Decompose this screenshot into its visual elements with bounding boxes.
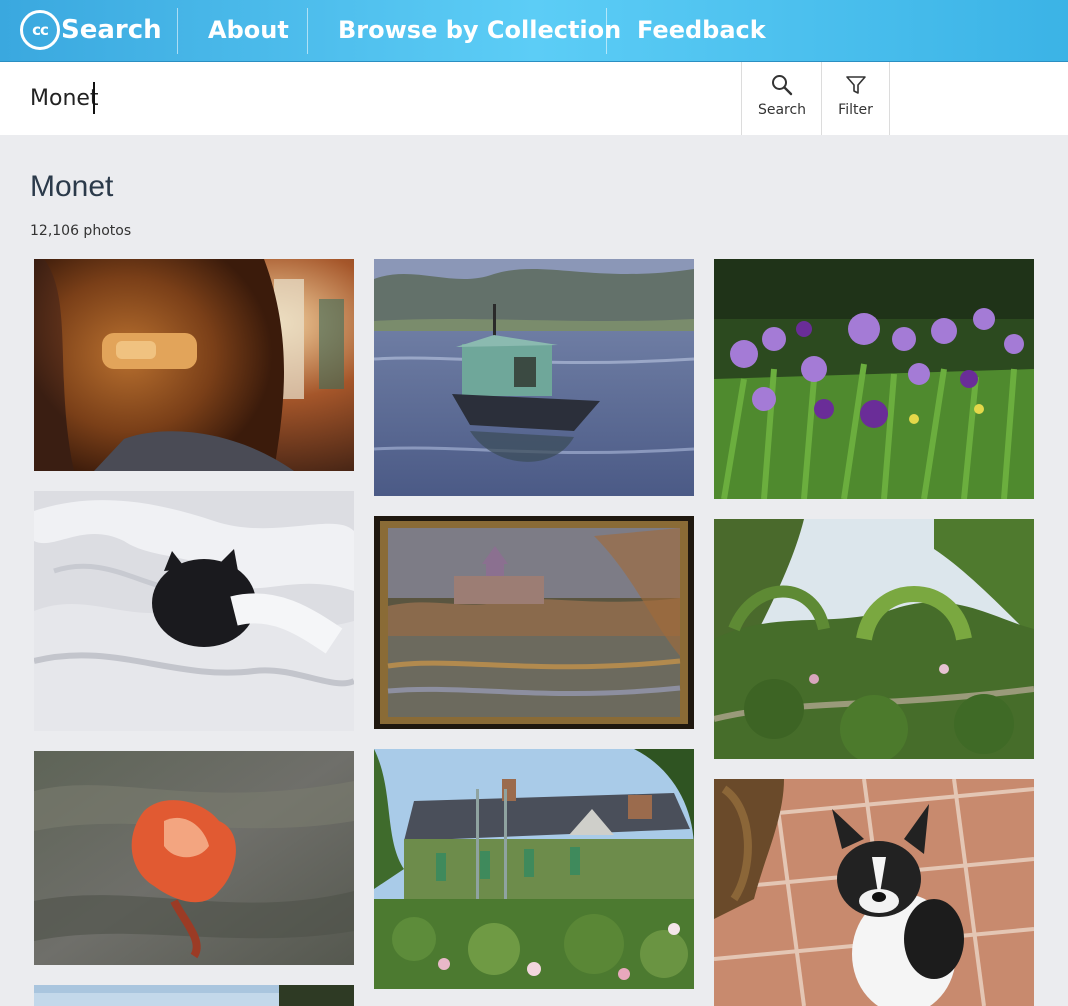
photo-cat-in-duvet[interactable] (34, 491, 354, 731)
search-button-label: Search (757, 102, 807, 118)
search-input[interactable] (0, 62, 741, 135)
filter-button[interactable]: Filter (821, 62, 890, 135)
search-button[interactable]: Search (741, 62, 822, 135)
cc-logo-icon: cc (20, 10, 60, 50)
nav-link-browse-by-collection[interactable]: Browse by Collection (338, 16, 621, 44)
photo-french-bulldog[interactable] (714, 779, 1034, 1006)
nav-divider (177, 8, 178, 54)
search-bar: Search Filter (0, 62, 1068, 135)
filter-button-label: Filter (838, 102, 873, 118)
top-navigation-bar: cc Search About Browse by Collection Fee… (0, 0, 1068, 62)
photo-orange-painting[interactable] (34, 751, 354, 965)
photo-studio-boat-painting[interactable] (374, 259, 694, 496)
nav-link-feedback[interactable]: Feedback (637, 16, 766, 44)
cc-search-logo[interactable]: cc Search (20, 10, 162, 50)
photo-giverny-house[interactable] (374, 749, 694, 989)
photo-iris-garden[interactable] (714, 259, 1034, 499)
filter-icon (845, 76, 866, 94)
nav-link-about[interactable]: About (208, 16, 289, 44)
photo-hair-clip[interactable] (34, 259, 354, 471)
results-count: 12,106 photos (30, 223, 132, 239)
nav-divider (606, 8, 607, 54)
photo-vetheuil-painting[interactable] (374, 516, 694, 729)
logo-text: Search (61, 15, 162, 45)
nav-divider (307, 8, 308, 54)
photo-sky-partial[interactable] (34, 985, 354, 1006)
text-cursor (93, 82, 95, 114)
photo-garden-arches[interactable] (714, 519, 1034, 759)
search-icon (772, 75, 793, 96)
results-title: Monet (30, 170, 114, 203)
